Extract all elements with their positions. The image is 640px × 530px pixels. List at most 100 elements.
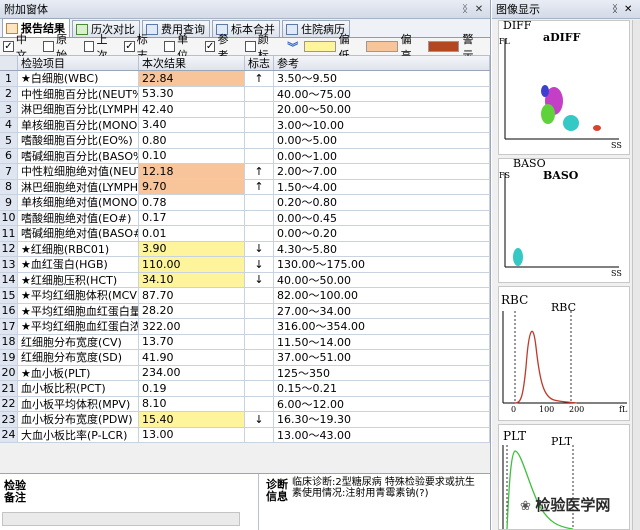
close-icon[interactable]: ✕ bbox=[624, 4, 636, 15]
test-item-name: 嗜碱细胞绝对值(BASO#) bbox=[18, 226, 139, 241]
table-row[interactable]: 12 ★红细胞(RBC01) 3.90 ↓ 4.30～5.80 bbox=[0, 241, 490, 257]
header-reference[interactable]: 参考 bbox=[274, 56, 490, 70]
table-row[interactable]: 9 单核细胞绝对值(MONO#) 0.78 0.20～0.80 bbox=[0, 195, 490, 211]
remark-label: 检验备注 bbox=[4, 479, 26, 504]
table-row[interactable]: 6 嗜碱细胞百分比(BASO%) 0.10 0.00～1.00 bbox=[0, 148, 490, 164]
test-reference-range: 0.00～0.45 bbox=[274, 210, 490, 225]
table-row[interactable]: 3淋巴细胞百分比(LYMPH%)42.40 20.00～50.00 bbox=[0, 102, 490, 118]
table-row[interactable]: 15 ★平均红细胞体积(MCV) 87.70 82.00～100.00 bbox=[0, 288, 490, 304]
rbc-histogram: RBC RBC 0 100 200 fL bbox=[498, 286, 630, 421]
panel-title: 附加窗体 bbox=[4, 3, 48, 16]
table-row[interactable]: 23 血小板分布宽度(PDW) 15.40 ↓ 16.30～19.30 bbox=[0, 412, 490, 428]
test-result-value[interactable]: 322.00 bbox=[139, 319, 245, 334]
test-result-value[interactable]: 9.70 bbox=[139, 179, 245, 194]
test-result-value[interactable]: 3.90 bbox=[139, 241, 245, 256]
test-flag bbox=[245, 288, 274, 303]
test-item-name: 嗜酸细胞百分比(EO%) bbox=[18, 133, 139, 148]
horizontal-scrollbar[interactable] bbox=[2, 512, 240, 526]
test-result-value[interactable]: 0.80 bbox=[139, 133, 245, 148]
test-result-value[interactable]: 0.10 bbox=[139, 148, 245, 163]
table-row[interactable]: 14 ★红细胞压积(HCT) 34.10 ↓ 40.00～50.00 bbox=[0, 272, 490, 288]
table-row[interactable]: 20 ★血小板(PLT) 234.00 125～350 bbox=[0, 365, 490, 381]
row-index: 14 bbox=[0, 272, 18, 287]
test-result-value[interactable]: 0.19 bbox=[139, 381, 245, 396]
header-item[interactable]: 检验项目 bbox=[18, 56, 139, 70]
row-index: 22 bbox=[0, 396, 18, 411]
legend-swatch-high bbox=[366, 41, 398, 52]
test-result-value[interactable]: 0.78 bbox=[139, 195, 245, 210]
checkbox-box[interactable]: ✓ bbox=[3, 41, 14, 52]
checkbox-box[interactable]: ✓ bbox=[123, 41, 135, 52]
test-result-value[interactable]: 0.01 bbox=[139, 226, 245, 241]
test-result-value[interactable]: 13.00 bbox=[139, 427, 245, 442]
close-icon[interactable]: ✕ bbox=[472, 4, 486, 15]
options-toolbar: ✓ 中文 原始 上次 ✓ 标志 单位 ✓ 参考 颜标 ︾ 偏低 偏高 警示 bbox=[0, 33, 490, 62]
row-index: 5 bbox=[0, 133, 18, 148]
table-row[interactable]: 8 淋巴细胞绝对值(LYMPH#) 9.70 ↑ 1.50～4.00 bbox=[0, 179, 490, 195]
checkbox-box[interactable] bbox=[83, 41, 95, 52]
table-row[interactable]: 13 ★血红蛋白(HGB) 110.00 ↓ 130.00～175.00 bbox=[0, 257, 490, 273]
table-row[interactable]: 19 红细胞分布宽度(SD) 41.90 37.00～51.00 bbox=[0, 350, 490, 366]
test-result-value[interactable]: 234.00 bbox=[139, 365, 245, 380]
checkbox-box[interactable] bbox=[164, 41, 176, 52]
table-row[interactable]: 18 红细胞分布宽度(CV) 13.70 11.50～14.00 bbox=[0, 334, 490, 350]
test-item-name: 红细胞分布宽度(CV) bbox=[18, 334, 139, 349]
diff-cluster-red bbox=[593, 125, 601, 131]
image-panel-titlebar: 图像显示 ᛝ ✕ bbox=[492, 0, 640, 19]
test-flag bbox=[245, 319, 274, 334]
checkbox-box[interactable] bbox=[244, 41, 256, 52]
pin-icon[interactable]: ᛝ bbox=[458, 4, 472, 15]
image-panel: 图像显示 ᛝ ✕ DIFF aDIFF FL SS BASO BASO FS S… bbox=[492, 0, 640, 530]
table-row[interactable]: 17 ★平均红细胞血红蛋白浓度 322.00 316.00～354.00 bbox=[0, 319, 490, 335]
test-result-value[interactable]: 41.90 bbox=[139, 350, 245, 365]
diff-cluster-blue bbox=[541, 85, 549, 97]
test-reference-range: 0.20～0.80 bbox=[274, 195, 490, 210]
row-index: 6 bbox=[0, 148, 18, 163]
checkbox-box[interactable]: ✓ bbox=[204, 41, 216, 52]
test-result-value[interactable]: 12.18 bbox=[139, 164, 245, 179]
test-item-name: ★平均红细胞血红蛋白浓度 bbox=[18, 319, 139, 334]
table-row[interactable]: 7中性粒细胞绝对值(NEUT#)12.18↑2.00～7.00 bbox=[0, 164, 490, 180]
test-result-value[interactable]: 34.10 bbox=[139, 272, 245, 287]
diff-y-label: FL bbox=[499, 37, 510, 46]
test-result-value[interactable]: 13.70 bbox=[139, 334, 245, 349]
test-flag: ↑ bbox=[245, 164, 274, 179]
table-row[interactable]: 24 大血小板比率(P-LCR) 13.00 13.00～43.00 bbox=[0, 427, 490, 443]
table-row[interactable]: 11 嗜碱细胞绝对值(BASO#) 0.01 0.00～0.20 bbox=[0, 226, 490, 242]
table-row[interactable]: 1 ★白细胞(WBC) 22.84 ↑ 3.50～9.50 bbox=[0, 71, 490, 87]
test-result-value[interactable]: 110.00 bbox=[139, 257, 245, 272]
table-body: 1 ★白细胞(WBC) 22.84 ↑ 3.50～9.50 2 中性细胞百分比(NEUT%)… bbox=[0, 71, 490, 443]
row-index: 9 bbox=[0, 195, 18, 210]
test-result-value[interactable]: 87.70 bbox=[139, 288, 245, 303]
checkbox-box[interactable] bbox=[43, 41, 55, 52]
test-result-value[interactable]: 3.40 bbox=[139, 117, 245, 132]
test-result-value[interactable]: 22.84 bbox=[139, 71, 245, 86]
table-row[interactable]: 10 嗜酸细胞绝对值(EO#) 0.17 0.00～0.45 bbox=[0, 210, 490, 226]
test-result-value[interactable]: 0.17 bbox=[139, 210, 245, 225]
table-row[interactable]: 21 血小板比积(PCT) 0.19 0.15～0.21 bbox=[0, 381, 490, 397]
header-flag[interactable]: 标志 bbox=[245, 56, 274, 70]
plt-curve bbox=[506, 450, 574, 530]
vertical-scrollbar[interactable] bbox=[632, 20, 640, 530]
double-chevron-down-icon[interactable]: ︾ bbox=[287, 39, 298, 55]
table-row[interactable]: 5 嗜酸细胞百分比(EO%) 0.80 0.00～5.00 bbox=[0, 133, 490, 149]
test-result-value[interactable]: 42.40 bbox=[139, 102, 245, 117]
plt-side-label: PLT bbox=[503, 429, 527, 443]
test-flag bbox=[245, 381, 274, 396]
test-item-name: 血小板分布宽度(PDW) bbox=[18, 412, 139, 427]
pin-icon[interactable]: ᛝ bbox=[612, 4, 624, 15]
test-result-value[interactable]: 28.20 bbox=[139, 303, 245, 318]
test-item-name: 单核细胞绝对值(MONO#) bbox=[18, 195, 139, 210]
table-row[interactable]: 2 中性细胞百分比(NEUT%) 53.30 40.00～75.00 bbox=[0, 86, 490, 102]
header-result[interactable]: 本次结果 bbox=[139, 56, 245, 70]
table-row[interactable]: 4 单核细胞百分比(MONO%) 3.40 3.00～10.00 bbox=[0, 117, 490, 133]
test-item-name: 血小板比积(PCT) bbox=[18, 381, 139, 396]
test-result-value[interactable]: 8.10 bbox=[139, 396, 245, 411]
table-row[interactable]: 22 血小板平均体积(MPV) 8.10 6.00～12.00 bbox=[0, 396, 490, 412]
baso-scattergram: BASO BASO FS SS bbox=[498, 157, 630, 283]
baso-title: BASO bbox=[543, 169, 579, 182]
test-reference-range: 130.00～175.00 bbox=[274, 257, 490, 272]
table-row[interactable]: 16 ★平均红细胞血红蛋白量 28.20 27.00～34.00 bbox=[0, 303, 490, 319]
test-result-value[interactable]: 53.30 bbox=[139, 86, 245, 101]
test-result-value[interactable]: 15.40 bbox=[139, 412, 245, 427]
